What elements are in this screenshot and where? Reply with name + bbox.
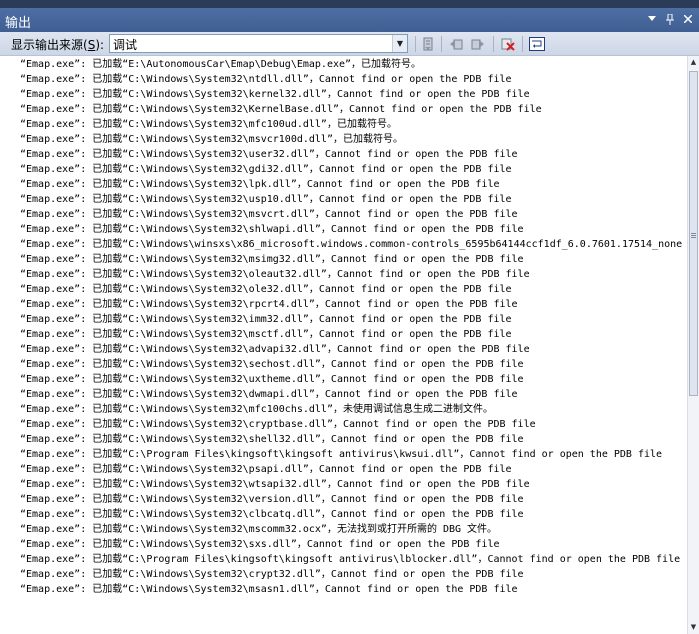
output-line: “Emap.exe”: 已加载“C:\Windows\System32\sech… <box>20 359 524 370</box>
top-border <box>0 0 699 8</box>
output-line: “Emap.exe”: 已加载“C:\Windows\System32\user… <box>20 149 518 160</box>
output-line: “Emap.exe”: 已加载“C:\Windows\System32\msvc… <box>20 134 403 145</box>
output-line: “Emap.exe”: 已加载“C:\Windows\System32\msvc… <box>20 209 518 220</box>
go-to-previous-message-icon[interactable] <box>447 35 465 53</box>
close-icon[interactable] <box>681 11 695 27</box>
output-line: “Emap.exe”: 已加载“C:\Windows\winsxs\x86_mi… <box>20 239 683 250</box>
output-source-dropdown[interactable]: 调试 ▼ <box>109 34 408 53</box>
scroll-up-icon[interactable]: ▲ <box>688 56 699 69</box>
output-pane-titlebar: 输出 <box>0 8 699 32</box>
output-source-value: 调试 <box>113 38 138 52</box>
pin-icon[interactable] <box>663 11 677 27</box>
output-line: “Emap.exe”: 已加载“C:\Windows\System32\shlw… <box>20 224 524 235</box>
output-line: “Emap.exe”: 已加载“C:\Windows\System32\rpcr… <box>20 299 518 310</box>
output-line: “Emap.exe”: 已加载“C:\Windows\System32\usp1… <box>20 194 512 205</box>
output-line: “Emap.exe”: 已加载“C:\Windows\System32\ntdl… <box>20 74 512 85</box>
output-line: “Emap.exe”: 已加载“C:\Windows\System32\Kern… <box>20 104 542 115</box>
output-line: “Emap.exe”: 已加载“E:\AutonomousCar\Emap\De… <box>20 59 422 70</box>
clear-all-icon[interactable] <box>499 35 517 53</box>
pane-title: 输出 <box>5 16 32 31</box>
output-line: “Emap.exe”: 已加载“C:\Windows\System32\uxth… <box>20 374 524 385</box>
scrollbar-thumb[interactable] <box>689 71 698 396</box>
output-line: “Emap.exe”: 已加载“C:\Windows\System32\mfc1… <box>20 404 493 415</box>
output-line: “Emap.exe”: 已加载“C:\Windows\System32\gdi3… <box>20 164 512 175</box>
output-line: “Emap.exe”: 已加载“C:\Windows\System32\dwma… <box>20 389 518 400</box>
output-line: “Emap.exe”: 已加载“C:\Windows\System32\lpk.… <box>20 179 500 190</box>
output-line: “Emap.exe”: 已加载“C:\Windows\System32\msct… <box>20 329 512 340</box>
go-to-next-message-icon[interactable] <box>469 35 487 53</box>
find-message-in-code-icon[interactable] <box>419 35 437 53</box>
output-line: “Emap.exe”: 已加载“C:\Windows\System32\kern… <box>20 89 530 100</box>
output-line: “Emap.exe”: 已加载“C:\Windows\System32\ole3… <box>20 284 512 295</box>
output-line: “Emap.exe”: 已加载“C:\Program Files\kingsof… <box>20 554 681 565</box>
toolbar-separator <box>493 36 494 52</box>
vertical-scrollbar[interactable]: ▲ ▼ <box>687 56 699 634</box>
output-line: “Emap.exe”: 已加载“C:\Windows\System32\cryp… <box>20 419 536 430</box>
toolbar-separator <box>415 36 416 52</box>
output-text-area[interactable]: “Emap.exe”: 已加载“E:\AutonomousCar\Emap\De… <box>0 56 687 634</box>
chevron-down-icon[interactable] <box>645 11 659 27</box>
toggle-word-wrap-icon[interactable] <box>528 35 546 53</box>
output-line: “Emap.exe”: 已加载“C:\Windows\System32\psap… <box>20 464 512 475</box>
output-line: “Emap.exe”: 已加载“C:\Windows\System32\wtsa… <box>20 479 530 490</box>
output-line: “Emap.exe”: 已加载“C:\Windows\System32\imm3… <box>20 314 512 325</box>
output-line: “Emap.exe”: 已加载“C:\Windows\System32\vers… <box>20 494 524 505</box>
output-line: “Emap.exe”: 已加载“C:\Windows\System32\msco… <box>20 524 498 535</box>
output-toolbar: 显示输出来源(S): 调试 ▼ <box>0 32 699 56</box>
output-line: “Emap.exe”: 已加载“C:\Windows\System32\clbc… <box>20 509 524 520</box>
scroll-down-icon[interactable]: ▼ <box>688 621 699 634</box>
output-line: “Emap.exe”: 已加载“C:\Windows\System32\olea… <box>20 269 530 280</box>
show-output-from-label: 显示输出来源(S): <box>11 38 105 52</box>
dropdown-arrow-icon[interactable]: ▼ <box>392 35 407 52</box>
output-line: “Emap.exe”: 已加载“C:\Windows\System32\shel… <box>20 434 524 445</box>
output-line: “Emap.exe”: 已加载“C:\Windows\System32\cryp… <box>20 569 524 580</box>
output-line: “Emap.exe”: 已加载“C:\Windows\System32\mfc1… <box>20 119 397 130</box>
toolbar-separator <box>441 36 442 52</box>
output-line: “Emap.exe”: 已加载“C:\Program Files\kingsof… <box>20 449 663 460</box>
output-line: “Emap.exe”: 已加载“C:\Windows\System32\adva… <box>20 344 530 355</box>
output-line: “Emap.exe”: 已加载“C:\Windows\System32\msas… <box>20 584 518 595</box>
output-line: “Emap.exe”: 已加载“C:\Windows\System32\sxs.… <box>20 539 500 550</box>
toolbar-separator <box>522 36 523 52</box>
output-line: “Emap.exe”: 已加载“C:\Windows\System32\msim… <box>20 254 524 265</box>
